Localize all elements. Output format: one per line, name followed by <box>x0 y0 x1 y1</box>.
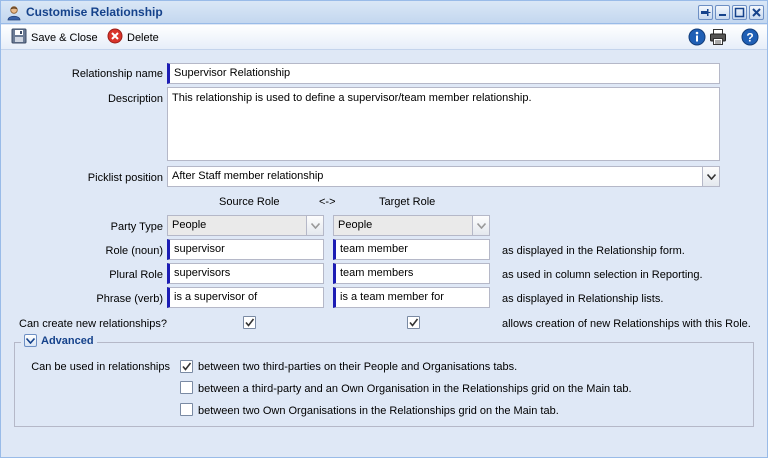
role-noun-note: as displayed in the Relationship form. <box>502 245 685 257</box>
picklist-position-label: Picklist position <box>87 172 163 184</box>
option-own-orgs-label: between two Own Organisations in the Rel… <box>198 405 559 417</box>
delete-label: Delete <box>127 31 159 44</box>
advanced-fieldset: Advanced Can be used in relationships be… <box>14 334 754 427</box>
advanced-legend[interactable]: Advanced <box>21 334 97 347</box>
close-icon[interactable] <box>749 5 764 20</box>
info-icon[interactable] <box>688 28 706 46</box>
save-close-button[interactable]: Save & Close <box>11 28 98 47</box>
option-third-parties-checkbox[interactable] <box>180 360 193 373</box>
plural-role-source-input[interactable]: supervisors <box>167 263 324 284</box>
minimize-icon[interactable] <box>715 5 730 20</box>
phrase-verb-note: as displayed in Relationship lists. <box>502 293 664 305</box>
option-third-parties-label: between two third-parties on their Peopl… <box>198 361 518 373</box>
party-type-label: Party Type <box>110 221 163 233</box>
svg-text:?: ? <box>746 31 753 45</box>
description-textarea[interactable]: This relationship is used to define a su… <box>167 87 720 161</box>
printer-icon[interactable] <box>709 28 727 46</box>
party-type-target-combo: People <box>333 215 490 236</box>
can-create-label: Can create new relationships? <box>19 318 167 330</box>
used-in-label: Can be used in relationships <box>31 361 170 373</box>
option-own-orgs-checkbox[interactable] <box>180 403 193 416</box>
help-icon[interactable]: ? <box>741 28 759 46</box>
maximize-icon[interactable] <box>732 5 747 20</box>
description-label: Description <box>107 93 163 105</box>
user-icon <box>6 5 22 21</box>
pin-icon[interactable] <box>698 5 713 20</box>
relationship-name-label: Relationship name <box>71 68 163 80</box>
party-type-target-value: People <box>338 219 373 231</box>
target-role-header: Target Role <box>379 196 436 208</box>
collapse-icon[interactable] <box>24 334 37 347</box>
phrase-verb-target-input[interactable]: is a team member for <box>333 287 490 308</box>
role-noun-source-input[interactable]: supervisor <box>167 239 324 260</box>
phrase-verb-label: Phrase (verb) <box>96 293 163 305</box>
phrase-verb-source-input[interactable]: is a supervisor of <box>167 287 324 308</box>
party-type-source-value: People <box>172 219 207 231</box>
can-create-note: allows creation of new Relationships wit… <box>502 318 751 330</box>
plural-role-target-input[interactable]: team members <box>333 263 490 284</box>
plural-role-label: Plural Role <box>109 269 163 281</box>
delete-button[interactable]: Delete <box>107 28 159 47</box>
save-close-label: Save & Close <box>31 31 98 44</box>
chevron-down-icon <box>472 216 489 235</box>
can-create-target-checkbox[interactable] <box>407 316 420 329</box>
chevron-down-icon[interactable] <box>702 167 719 186</box>
chevron-down-icon <box>306 216 323 235</box>
can-create-source-checkbox[interactable] <box>243 316 256 329</box>
party-type-source-combo: People <box>167 215 324 236</box>
delete-icon <box>107 28 123 47</box>
option-third-party-own-org-checkbox[interactable] <box>180 381 193 394</box>
plural-role-note: as used in column selection in Reporting… <box>502 269 703 281</box>
relationship-name-input[interactable]: Supervisor Relationship <box>167 63 720 84</box>
advanced-legend-text: Advanced <box>41 334 94 347</box>
relationship-form: Relationship name Supervisor Relationshi… <box>6 54 762 451</box>
window-titlebar[interactable]: Customise Relationship <box>1 1 767 24</box>
role-arrow-header: <-> <box>319 196 336 208</box>
picklist-position-combo[interactable]: After Staff member relationship <box>167 166 720 187</box>
action-toolbar: Save & Close Delete ? <box>1 25 767 50</box>
window-title: Customise Relationship <box>26 5 163 19</box>
floppy-disk-icon <box>11 28 27 47</box>
option-third-party-own-org-label: between a third-party and an Own Organis… <box>198 383 632 395</box>
role-noun-label: Role (noun) <box>105 245 163 257</box>
customise-relationship-window: Customise Relationship Save & Close Dele… <box>0 0 768 458</box>
source-role-header: Source Role <box>219 196 280 208</box>
picklist-position-value: After Staff member relationship <box>172 170 324 182</box>
role-noun-target-input[interactable]: team member <box>333 239 490 260</box>
